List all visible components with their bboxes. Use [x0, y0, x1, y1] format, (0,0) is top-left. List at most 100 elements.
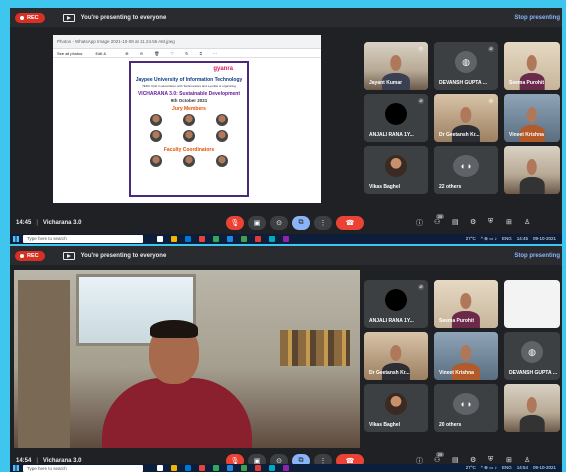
- windows-start-icon[interactable]: [13, 236, 19, 242]
- tray-icons[interactable]: ^ ⊕ ▭ ♪: [481, 236, 497, 242]
- stop-presenting-button[interactable]: Stop presenting: [514, 253, 560, 259]
- participant-tile[interactable]: Vineet Krishna: [434, 332, 498, 380]
- language[interactable]: ENG: [502, 236, 512, 242]
- camera-toggle-button[interactable]: ▣: [248, 216, 266, 230]
- crop-icon[interactable]: ⌗: [200, 51, 202, 56]
- stop-presenting-button[interactable]: Stop presenting: [514, 15, 560, 21]
- photos-title-bar: Photos - WhatsApp Image 2021-10-08 at 11…: [53, 35, 321, 49]
- task-view-icon[interactable]: [157, 465, 163, 471]
- grid-view-icon[interactable]: ⊞: [506, 218, 512, 226]
- delete-icon[interactable]: 🗑: [154, 51, 159, 56]
- app-icon[interactable]: [269, 465, 275, 471]
- chrome-icon[interactable]: [199, 236, 205, 242]
- account-icon[interactable]: ♙: [524, 456, 530, 464]
- avatar: [385, 103, 407, 126]
- participant-tile[interactable]: [504, 280, 560, 328]
- task-view-icon[interactable]: [157, 236, 163, 242]
- participant-name: Vineet Krishna: [509, 132, 544, 138]
- rotate-icon[interactable]: ↻: [185, 51, 188, 56]
- app-icon[interactable]: [255, 465, 261, 471]
- more-options-button[interactable]: ⋮: [314, 216, 332, 230]
- jury-photo: [182, 114, 195, 126]
- participant-tile[interactable]: Seema Purohit: [504, 42, 560, 90]
- participant-tile[interactable]: Dr Geetansh Kr...: [364, 332, 428, 380]
- excel-icon[interactable]: [241, 236, 247, 242]
- captions-button[interactable]: ⊙: [270, 216, 288, 230]
- word-icon[interactable]: [227, 236, 233, 242]
- app-icon[interactable]: [213, 236, 219, 242]
- participant-tile[interactable]: Seema Purohit: [434, 280, 498, 328]
- activities-icon[interactable]: ⚙: [470, 456, 476, 464]
- meet-window-1: REC You're presenting to everyone Stop p…: [10, 8, 562, 234]
- others-count: 20 others: [439, 422, 462, 428]
- participant-tile[interactable]: ⌀ ANJALI RANA 1Y...: [364, 280, 428, 328]
- rec-badge: REC: [15, 12, 45, 23]
- participant-tile[interactable]: ⌀ Dr Geetansh Kr...: [434, 94, 498, 142]
- app-icon[interactable]: [269, 236, 275, 242]
- chrome-icon[interactable]: [199, 465, 205, 471]
- participant-tile[interactable]: Vikas Baghel: [364, 146, 428, 194]
- participant-tile[interactable]: ◍ ⌀ DEVANSH GUPTA ...: [434, 42, 498, 90]
- leave-call-button[interactable]: ☎: [336, 216, 364, 230]
- tray-date[interactable]: 09-10-2021: [533, 236, 556, 242]
- file-explorer-icon[interactable]: [171, 236, 177, 242]
- see-all-photos-button[interactable]: See all photos: [57, 51, 82, 56]
- participant-tile[interactable]: Vikas Baghel: [364, 384, 428, 432]
- word-icon[interactable]: [227, 465, 233, 471]
- taskbar-search[interactable]: Type here to search: [23, 235, 143, 243]
- tray-date[interactable]: 09-10-2021: [533, 465, 556, 471]
- people-button[interactable]: ⚇ 25: [434, 214, 445, 226]
- tray-clock[interactable]: 14:45: [517, 236, 528, 242]
- mic-off-icon: 🎙: [230, 220, 240, 227]
- app-icon[interactable]: [283, 236, 289, 242]
- file-explorer-icon[interactable]: [171, 465, 177, 471]
- edge-icon[interactable]: [185, 465, 191, 471]
- app-icon[interactable]: [283, 465, 289, 471]
- present-screen-icon: [62, 13, 75, 22]
- present-button[interactable]: ⧉: [292, 216, 310, 230]
- others-tile[interactable]: ◐◑ 22 others: [434, 146, 498, 194]
- participant-name: Seema Purohit: [439, 318, 475, 324]
- host-controls-icon[interactable]: ⛨: [488, 456, 493, 464]
- others-avatars: ◐◑: [453, 393, 479, 416]
- host-controls-icon[interactable]: ⛨: [488, 218, 493, 226]
- participant-tile[interactable]: ⌀ ANJALI RANA 1Y...: [364, 94, 428, 142]
- people-count-badge: 25: [435, 214, 445, 219]
- edge-icon[interactable]: [185, 236, 191, 242]
- chat-icon[interactable]: ▤: [452, 456, 459, 464]
- chat-icon[interactable]: ▤: [452, 218, 459, 226]
- mic-toggle-button[interactable]: 🎙: [226, 216, 244, 230]
- account-icon[interactable]: ♙: [524, 218, 530, 226]
- present-icon: ⧉: [298, 219, 304, 226]
- language[interactable]: ENG: [502, 465, 512, 471]
- taskbar-search[interactable]: Type here to search: [23, 464, 143, 472]
- edit-button[interactable]: Edit &: [95, 51, 106, 56]
- zoom-in-icon[interactable]: ⊕: [125, 51, 128, 56]
- info-icon[interactable]: ⓘ: [416, 218, 423, 228]
- participant-tile[interactable]: [504, 146, 560, 194]
- grid-view-icon[interactable]: ⊞: [506, 456, 512, 464]
- favorite-icon[interactable]: ♡: [170, 51, 174, 56]
- excel-icon[interactable]: [241, 465, 247, 471]
- participant-tile[interactable]: Vineet Krishna: [504, 94, 560, 142]
- meeting-time: 14:45: [16, 220, 32, 226]
- event-poster: gyanra Jaypee University of Information …: [129, 61, 249, 197]
- others-tile[interactable]: ◐◑ 20 others: [434, 384, 498, 432]
- more-icon[interactable]: ⋯: [213, 51, 217, 56]
- jury-photo: [149, 130, 162, 142]
- people-button[interactable]: ⚇ 29: [434, 452, 445, 464]
- tray-icons[interactable]: ^ ⊕ ▭ ♪: [481, 465, 497, 471]
- participant-tile[interactable]: [504, 384, 560, 432]
- windows-start-icon[interactable]: [13, 465, 19, 471]
- app-icon[interactable]: [255, 236, 261, 242]
- app-icon[interactable]: [213, 465, 219, 471]
- zoom-out-icon[interactable]: ⊖: [140, 51, 143, 56]
- avatar: [385, 393, 407, 416]
- tray-clock[interactable]: 14:54: [517, 465, 528, 471]
- participant-tile[interactable]: ◍ DEVANSH GUPTA ...: [504, 332, 560, 380]
- participant-name: DEVANSH GUPTA ...: [439, 80, 487, 86]
- presenting-banner: REC You're presenting to everyone Stop p…: [10, 8, 562, 27]
- activities-icon[interactable]: ⚙: [470, 218, 476, 226]
- participant-name: Vikas Baghel: [369, 184, 401, 190]
- participant-tile[interactable]: ≡ Jayant Kumar: [364, 42, 428, 90]
